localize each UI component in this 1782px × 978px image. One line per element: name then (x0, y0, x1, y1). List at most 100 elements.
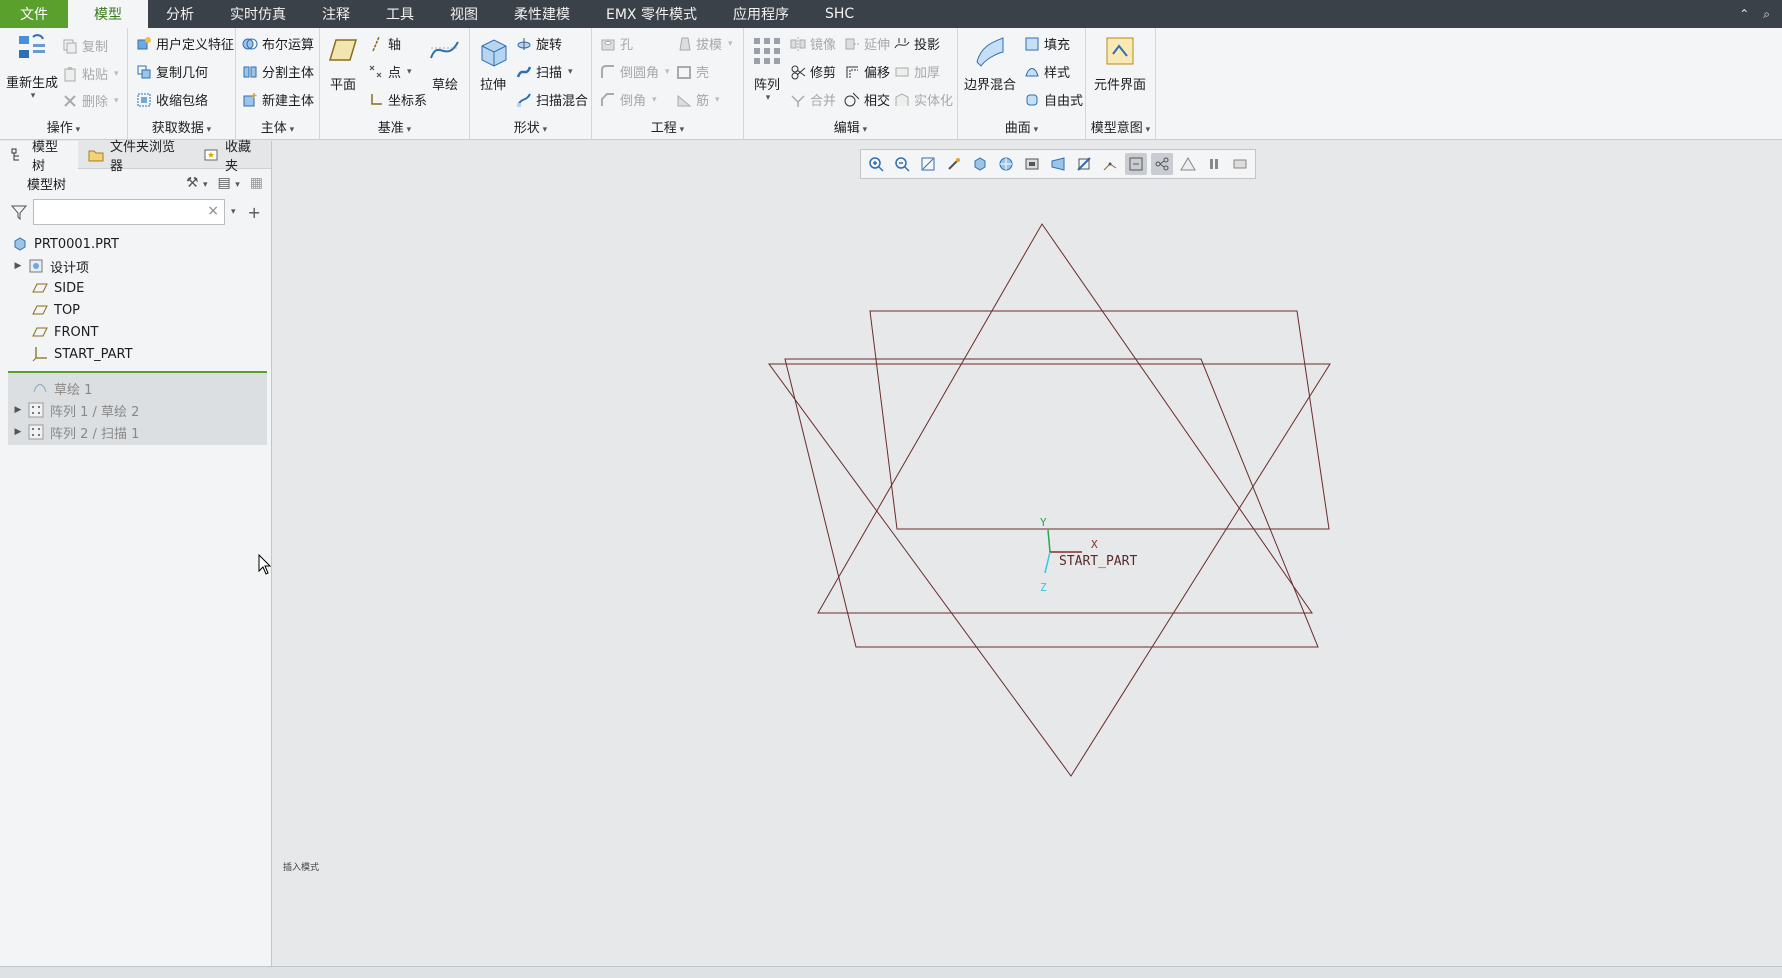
tab-analysis[interactable]: 分析 (148, 0, 212, 28)
mirror-button[interactable]: 镜像 (790, 34, 836, 53)
extrude-icon (476, 34, 510, 68)
tree-settings-icon[interactable]: ⚒ ▾ (186, 175, 208, 191)
rib-button[interactable]: 筋 ▾ (676, 90, 720, 109)
group-surfaces: 边界混合 填充 样式 自由式 曲面 (958, 28, 1086, 140)
regenerate-button[interactable]: 重新生成 ▾ (6, 32, 58, 101)
sweep-button[interactable]: 扫描 ▾ (516, 62, 573, 81)
tree-item-side[interactable]: SIDE (0, 277, 271, 299)
copy-button[interactable]: 复制 (62, 36, 108, 55)
thicken-icon (894, 64, 910, 80)
style-button[interactable]: 样式 (1024, 62, 1070, 81)
thicken-button[interactable]: 加厚 (894, 62, 940, 81)
chamfer-button[interactable]: 倒角 ▾ (600, 90, 657, 109)
project-button[interactable]: 投影 (894, 34, 940, 53)
tab-file[interactable]: 文件 (0, 0, 68, 28)
tab-folder-browser[interactable]: 文件夹浏览器 (78, 140, 193, 174)
tab-simulation[interactable]: 实时仿真 (212, 0, 304, 28)
offset-button[interactable]: 偏移 (844, 62, 890, 81)
editing-label[interactable]: 编辑 (744, 117, 957, 136)
freestyle-button[interactable]: 自由式 (1024, 90, 1083, 109)
delete-button[interactable]: 删除 ▾ (62, 91, 119, 110)
copy-geometry-button[interactable]: 复制几何 (136, 62, 208, 81)
expand-icon[interactable]: ▶ (12, 261, 24, 271)
tab-applications[interactable]: 应用程序 (715, 0, 807, 28)
fill-button[interactable]: 填充 (1024, 34, 1070, 53)
round-button[interactable]: 倒圆角 ▾ (600, 62, 670, 81)
tab-annotate[interactable]: 注释 (304, 0, 368, 28)
paste-button[interactable]: 粘贴 ▾ (62, 64, 119, 83)
tree-item-pattern-1[interactable]: ▶ 阵列 1 / 草绘 2 (8, 399, 267, 421)
surfaces-label[interactable]: 曲面 (958, 117, 1085, 136)
engineering-label[interactable]: 工程 (592, 117, 743, 136)
datum-plane-icon (32, 280, 48, 296)
search-icon[interactable]: ⌕ (1763, 7, 1770, 22)
filter-icon[interactable] (10, 204, 28, 221)
shapes-label[interactable]: 形状 (470, 117, 591, 136)
shell-button[interactable]: 壳 (676, 62, 709, 81)
tree-item-sketch-1[interactable]: 草绘 1 (8, 377, 267, 399)
clear-search-icon[interactable]: × (207, 203, 219, 219)
tree-search-box: × (33, 199, 225, 225)
draft-icon (676, 36, 692, 52)
tab-view[interactable]: 视图 (432, 0, 496, 28)
extrude-button[interactable]: 拉伸 (476, 34, 510, 93)
pattern-icon (28, 402, 44, 418)
tree-item-design-items[interactable]: ▶ 设计项 (0, 255, 271, 277)
wireframe-edge[interactable] (784, 358, 1319, 648)
operations-label[interactable]: 操作 (0, 117, 127, 136)
intersect-button[interactable]: 相交 (844, 90, 890, 109)
swept-blend-button[interactable]: 扫描混合 (516, 90, 588, 109)
hole-button[interactable]: 孔 (600, 34, 633, 53)
solidify-button[interactable]: 实体化 (894, 90, 953, 109)
expand-icon[interactable]: ▶ (12, 405, 24, 415)
merge-button[interactable]: 合并 (790, 90, 836, 109)
body-label[interactable]: 主体 (236, 117, 319, 136)
extend-icon (844, 36, 860, 52)
udf-button[interactable]: 用户定义特征 (136, 34, 234, 53)
extend-button[interactable]: 延伸 (844, 34, 890, 53)
ribbon: 重新生成 ▾ 复制 粘贴▾ 删除▾ 操作 用户定义特征 复制几何 收缩包络 获取… (0, 28, 1782, 140)
tab-emx[interactable]: EMX 零件模式 (588, 0, 715, 28)
tree-columns-icon[interactable]: ▦ (250, 175, 263, 191)
point-button[interactable]: 点 ▾ (368, 62, 412, 81)
plane-button[interactable]: 平面 (326, 34, 360, 93)
wireframe-edge[interactable] (768, 363, 1331, 777)
graphics-window[interactable]: Y X Z START_PART 插入模式 (273, 141, 1782, 966)
csys-button[interactable]: 坐标系 (368, 90, 427, 109)
tab-model[interactable]: 模型 (68, 0, 148, 28)
tab-tools[interactable]: 工具 (368, 0, 432, 28)
boolean-button[interactable]: 布尔运算 (242, 34, 314, 53)
group-get-data: 用户定义特征 复制几何 收缩包络 获取数据 (128, 28, 236, 140)
wireframe-edge[interactable] (869, 310, 1330, 530)
expand-icon[interactable]: ▶ (12, 427, 24, 437)
tree-search-input[interactable] (38, 201, 208, 223)
add-filter-icon[interactable]: + (248, 203, 261, 222)
axis-icon (368, 36, 384, 52)
tree-item-start-part[interactable]: START_PART (0, 343, 271, 365)
axis-button[interactable]: 轴 (368, 34, 401, 53)
tree-show-icon[interactable]: ▤ ▾ (218, 175, 240, 191)
search-options-icon[interactable]: ▾ (231, 207, 236, 217)
pattern-button[interactable]: 阵列 ▾ (750, 34, 784, 103)
tab-flexible-modeling[interactable]: 柔性建模 (496, 0, 588, 28)
shrinkwrap-button[interactable]: 收缩包络 (136, 90, 208, 109)
component-interface-button[interactable]: 元件界面 (1094, 34, 1146, 93)
tree-item-part[interactable]: PRT0001.PRT (0, 233, 271, 255)
revolve-button[interactable]: 旋转 (516, 34, 562, 53)
model-intent-label[interactable]: 模型意图 (1086, 117, 1155, 136)
trim-button[interactable]: 修剪 (790, 62, 836, 81)
tab-shc[interactable]: SHC (807, 0, 872, 28)
boundary-blend-button[interactable]: 边界混合 (964, 34, 1016, 93)
get-data-label[interactable]: 获取数据 (128, 117, 235, 136)
split-body-button[interactable]: 分割主体 (242, 62, 314, 81)
tab-model-tree[interactable]: 模型树 (0, 140, 78, 174)
sketch-button[interactable]: 草绘 (428, 34, 462, 93)
datum-label[interactable]: 基准 (320, 117, 469, 136)
new-body-button[interactable]: 新建主体 (242, 90, 314, 109)
tree-item-top[interactable]: TOP (0, 299, 271, 321)
tree-item-front[interactable]: FRONT (0, 321, 271, 343)
tree-item-pattern-2[interactable]: ▶ 阵列 2 / 扫描 1 (8, 421, 267, 443)
draft-button[interactable]: 拔模 ▾ (676, 34, 733, 53)
tab-favorites[interactable]: 收藏夹 (193, 140, 271, 174)
collapse-ribbon-icon[interactable]: ⌃ (1739, 7, 1749, 21)
